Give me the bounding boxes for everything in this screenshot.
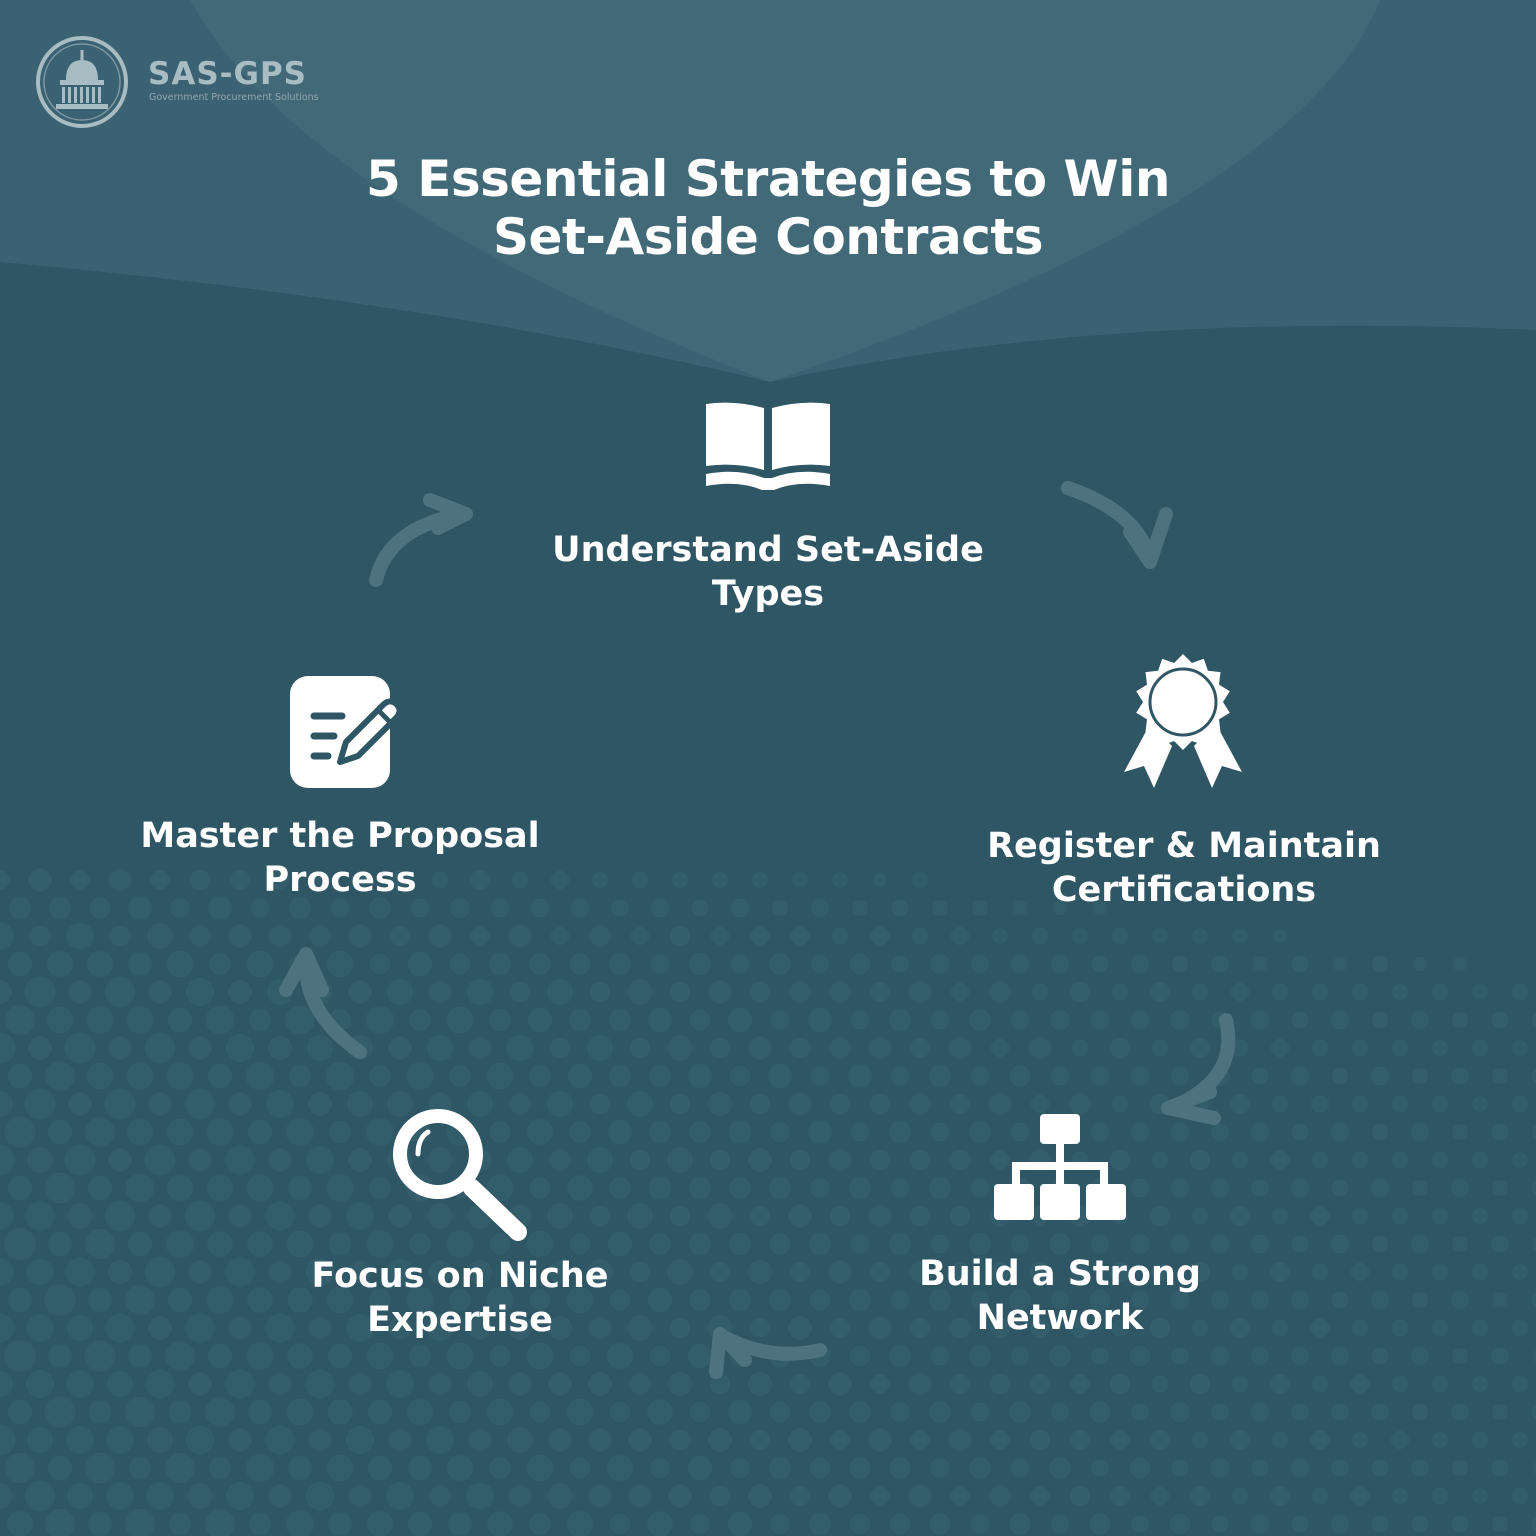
- strategy-label-understand: Understand Set-Aside Types: [518, 528, 1018, 616]
- strategy-network-line-2: Network: [976, 1298, 1144, 1338]
- open-book-icon: [706, 402, 830, 490]
- strategy-label-network: Build a Strong Network: [810, 1252, 1310, 1340]
- strategy-proposal-line-2: Process: [263, 860, 417, 900]
- strategy-niche-line-2: Expertise: [367, 1300, 553, 1340]
- strategy-label-register: Register & Maintain Certifications: [934, 824, 1434, 912]
- strategy-register-line-1: Register & Maintain: [987, 826, 1381, 866]
- strategy-proposal-line-1: Master the Proposal: [140, 816, 540, 856]
- edit-document-icon: [290, 676, 403, 788]
- infographic-canvas: SAS-GPS Government Procurement Solutions…: [0, 0, 1536, 1536]
- strategy-understand-line-2: Types: [711, 574, 825, 614]
- strategy-understand-line-1: Understand Set-Aside: [552, 530, 984, 570]
- strategy-niche-line-1: Focus on Niche: [311, 1256, 609, 1296]
- strategy-register-line-2: Certifications: [1051, 870, 1317, 910]
- arrow-register-to-network-head: [1161, 1085, 1221, 1125]
- strategy-label-proposal: Master the Proposal Process: [90, 814, 590, 902]
- strategy-label-niche: Focus on Niche Expertise: [210, 1254, 710, 1342]
- strategy-network-line-1: Build a Strong: [919, 1254, 1201, 1294]
- hierarchy-network-icon: [994, 1114, 1126, 1220]
- award-ribbon-icon: [1124, 654, 1242, 788]
- magnifying-glass-icon: [393, 1109, 527, 1241]
